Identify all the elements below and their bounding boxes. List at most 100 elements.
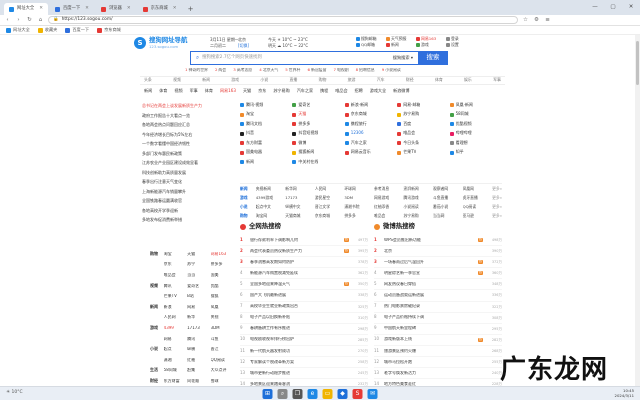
site-link[interactable]: 东方财富	[240, 139, 292, 148]
news-item[interactable]: 多部门发布惠民新政策	[142, 149, 230, 159]
category-link[interactable]: 腾讯	[164, 284, 187, 289]
site-link[interactable]: 网易云音乐	[344, 149, 397, 158]
news-item[interactable]: 各地高校开学季迎新	[142, 206, 230, 216]
link-item[interactable]: 网易游戏	[374, 193, 404, 202]
hot-list-item[interactable]: 9 春耕备耕工作有序推进 298万	[240, 324, 368, 335]
site-link[interactable]: 看理想	[449, 139, 502, 148]
close-button[interactable]: ✕	[622, 0, 640, 15]
category-link[interactable]: 新浪	[164, 305, 187, 310]
news-item[interactable]: 春季出行注意天气变化	[142, 177, 230, 187]
link-item[interactable]: 环球网	[344, 184, 374, 193]
hot-list-item[interactable]: 10 电视剧收视率排行榜出炉 285万	[240, 335, 368, 346]
extensions-icon[interactable]: ⚙	[533, 17, 540, 24]
close-icon[interactable]: ✕	[173, 6, 177, 11]
nav-item[interactable]: 汽车之家	[297, 88, 313, 94]
hot-list-item[interactable]: 1 银行存款利率下调影响几何 热 497万	[240, 235, 368, 247]
hot-list-item[interactable]: 5 网友热议春日穿搭 348万	[374, 279, 502, 291]
link-item[interactable]: QQ阅读	[463, 202, 493, 211]
forward-icon[interactable]: ›	[15, 17, 22, 24]
link-item[interactable]: 小说阅读	[403, 202, 433, 211]
site-link[interactable]: 爱奇艺	[292, 101, 344, 110]
hot-word[interactable]: 6新冠疫苗	[307, 68, 326, 73]
news-item[interactable]: 全国铁路春运圆满收官	[142, 196, 230, 206]
category-item[interactable]: 财经	[406, 77, 414, 83]
category-link[interactable]: 拼多多	[211, 262, 234, 267]
hot-word[interactable]: 5世界杯	[285, 68, 300, 73]
link-item[interactable]: 淘宝网	[256, 211, 286, 220]
hot-list-item[interactable]: 12 城市马拉松开跑 255万	[374, 357, 502, 369]
nav-item[interactable]: 网易163	[220, 88, 236, 94]
site-link[interactable]: 苏宁易购	[397, 111, 449, 120]
tab-3[interactable]: 京东商城 ✕	[138, 3, 182, 15]
city-change-link[interactable]: [切换]	[238, 43, 249, 49]
nav-item[interactable]: 体育	[205, 88, 213, 94]
hot-word[interactable]: 7电视剧	[334, 68, 349, 73]
hot-list-item[interactable]: 4 新能源汽车购置税减免延续 362万	[240, 268, 368, 280]
close-icon[interactable]: ✕	[39, 6, 43, 11]
site-link[interactable]: 国美电器	[240, 149, 292, 158]
hot-word[interactable]: 9小说阅读	[382, 68, 401, 73]
category-link[interactable]: 网易	[187, 305, 210, 310]
weather-block[interactable]: 今天 ☀ 10°C ~ 23°C 明天 ☁ 10°C ~ 22°C	[268, 37, 308, 49]
category-link[interactable]: 新华	[187, 315, 210, 320]
category-link[interactable]: 网易	[164, 337, 187, 342]
hot-list-item[interactable]: 7 热门电影票房破纪录 322万	[374, 302, 502, 313]
category-link[interactable]: 天猫	[187, 252, 210, 257]
category-link[interactable]: 起点	[164, 347, 187, 352]
more-link[interactable]: 更多»	[492, 202, 502, 211]
hot-list-item[interactable]: 9 中国航天新里程碑 295万	[374, 324, 502, 335]
site-link[interactable]: 唯品会	[397, 130, 449, 139]
site-link[interactable]: 腾讯文档	[240, 120, 292, 129]
link-item[interactable]: 3DM	[344, 193, 374, 202]
category-item[interactable]: 军事	[493, 77, 501, 83]
category-item[interactable]: 游戏	[231, 77, 239, 83]
link-item[interactable]: 斗鱼直播	[433, 193, 463, 202]
category-link[interactable]: 优酷	[211, 284, 234, 289]
system-tray[interactable]: 10:45 2024/3/11	[615, 388, 634, 398]
search-icon[interactable]: ⌕	[277, 389, 288, 399]
hot-word[interactable]: 2两会	[215, 68, 226, 73]
bookmark-item[interactable]: 京东商城	[97, 27, 121, 33]
news-item[interactable]: 江苏农业产业园区建设成效显著	[142, 158, 230, 168]
tool-item[interactable]: 游戏	[416, 42, 446, 48]
category-link[interactable]: 东方财富	[164, 379, 187, 384]
hot-list-item[interactable]: 7 高校毕业生就业新政策出台 325万	[240, 302, 368, 313]
link-item[interactable]: 凤凰网	[463, 184, 493, 193]
site-link[interactable]: 腾讯·视频	[240, 101, 292, 110]
hot-list-item[interactable]: 3 春季流感高发期如何防护 378万	[240, 257, 368, 269]
more-link[interactable]: 更多»	[492, 184, 502, 193]
edge-icon[interactable]: e	[307, 389, 318, 399]
back-icon[interactable]: ‹	[4, 17, 11, 24]
search-button[interactable]: 搜索	[418, 51, 448, 65]
link-item[interactable]: 游民星空	[315, 193, 345, 202]
link-item[interactable]: 天猫商城	[285, 211, 315, 220]
hot-list-item[interactable]: 6 国产大飞机最新进展 338万	[240, 290, 368, 302]
site-link[interactable]: 58同城	[449, 111, 502, 120]
link-item[interactable]: 起点中文	[256, 202, 286, 211]
news-item[interactable]: 上海新能源汽车销量攀升	[142, 187, 230, 197]
site-link[interactable]: 中关村在线	[292, 158, 344, 167]
link-item[interactable]: 参考消息	[374, 184, 404, 193]
hot-list-item[interactable]: 3 一场春雨过后气温回升 热 372万	[374, 257, 502, 269]
category-item[interactable]: 新闻	[202, 77, 210, 83]
bookmark-item[interactable]: 网址大全	[6, 27, 30, 33]
category-link[interactable]: 凤凰	[211, 305, 234, 310]
hot-list-item[interactable]: 13 城市更新行动稳步推进 245万	[240, 368, 368, 380]
nav-item[interactable]: 苏宁易购	[273, 88, 289, 94]
mail-icon[interactable]: ✉	[367, 389, 378, 399]
hot-list-item[interactable]: 12 专家解读个税改革新方案 258万	[240, 357, 368, 369]
nav-item[interactable]: 体育	[159, 88, 167, 94]
category-link[interactable]: 赶集	[187, 368, 210, 373]
category-link[interactable]: 晋江	[211, 347, 234, 352]
link-item[interactable]: 虎牙直播	[463, 193, 493, 202]
category-link[interactable]: 京东	[164, 262, 187, 267]
hot-list-item[interactable]: 10 游戏新版本上线 热 282万	[374, 335, 502, 346]
start-icon[interactable]: ⊞	[262, 389, 273, 399]
site-link[interactable]: 新闻	[240, 158, 292, 167]
site-link[interactable]: 12306	[344, 130, 397, 139]
more-link[interactable]: 更多»	[492, 193, 502, 202]
store-icon[interactable]: ◆	[337, 389, 348, 399]
category-link[interactable]: 淘宝	[164, 252, 187, 257]
category-link[interactable]: 雪球	[211, 379, 234, 384]
link-item[interactable]: 当当网	[433, 211, 463, 220]
